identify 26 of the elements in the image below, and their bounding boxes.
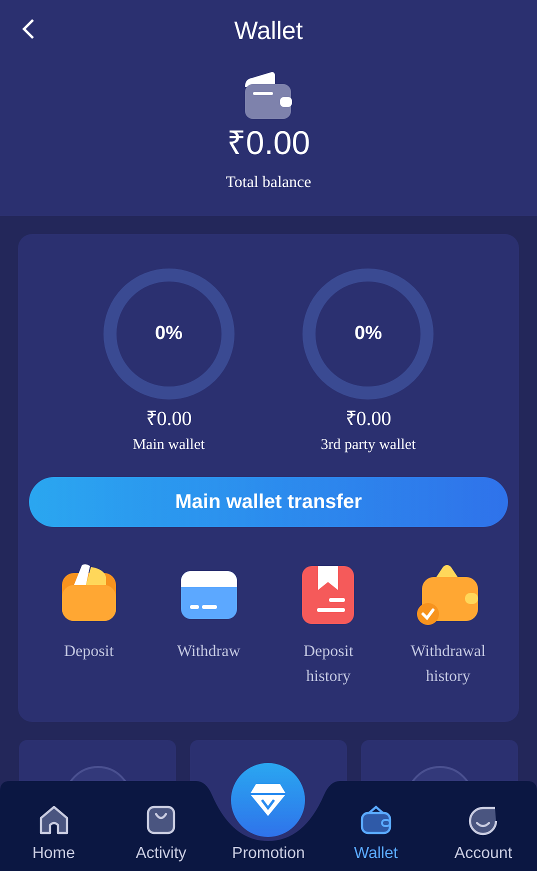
- shopping-bag-icon: [145, 804, 178, 836]
- wallet-check-icon: [417, 562, 480, 624]
- action-button[interactable]: Withdraw: [148, 562, 268, 688]
- back-icon[interactable]: [21, 18, 35, 40]
- home-icon: [38, 804, 70, 836]
- total-balance-amount: ₹0.00: [226, 126, 310, 158]
- nav-tab[interactable]: Home: [0, 781, 108, 871]
- wallet-amount: ₹0.00: [146, 407, 192, 432]
- wallet-icon: [360, 804, 392, 836]
- wallet-icon: [244, 70, 294, 120]
- wallet-label: Main wallet: [132, 436, 205, 455]
- action-button[interactable]: Deposit: [29, 562, 149, 688]
- total-balance-label: Total balance: [226, 172, 312, 192]
- nav-tab[interactable]: Promotion: [214, 781, 322, 871]
- account-icon: [467, 804, 500, 836]
- action-button[interactable]: Withdrawal history: [388, 562, 508, 688]
- wallet-amount: ₹0.00: [345, 407, 392, 432]
- diamond-icon: [248, 782, 288, 818]
- percent-label: 0%: [354, 322, 382, 346]
- action-button[interactable]: Deposit history: [268, 562, 388, 688]
- nav-tab[interactable]: Account: [430, 781, 537, 871]
- nav-tab[interactable]: Activity: [107, 781, 215, 871]
- percent-label: 0%: [155, 322, 182, 346]
- nav-tab[interactable]: Wallet: [322, 781, 430, 871]
- wallet-label: 3rd party wallet: [320, 436, 416, 455]
- page-title: Wallet: [234, 16, 303, 47]
